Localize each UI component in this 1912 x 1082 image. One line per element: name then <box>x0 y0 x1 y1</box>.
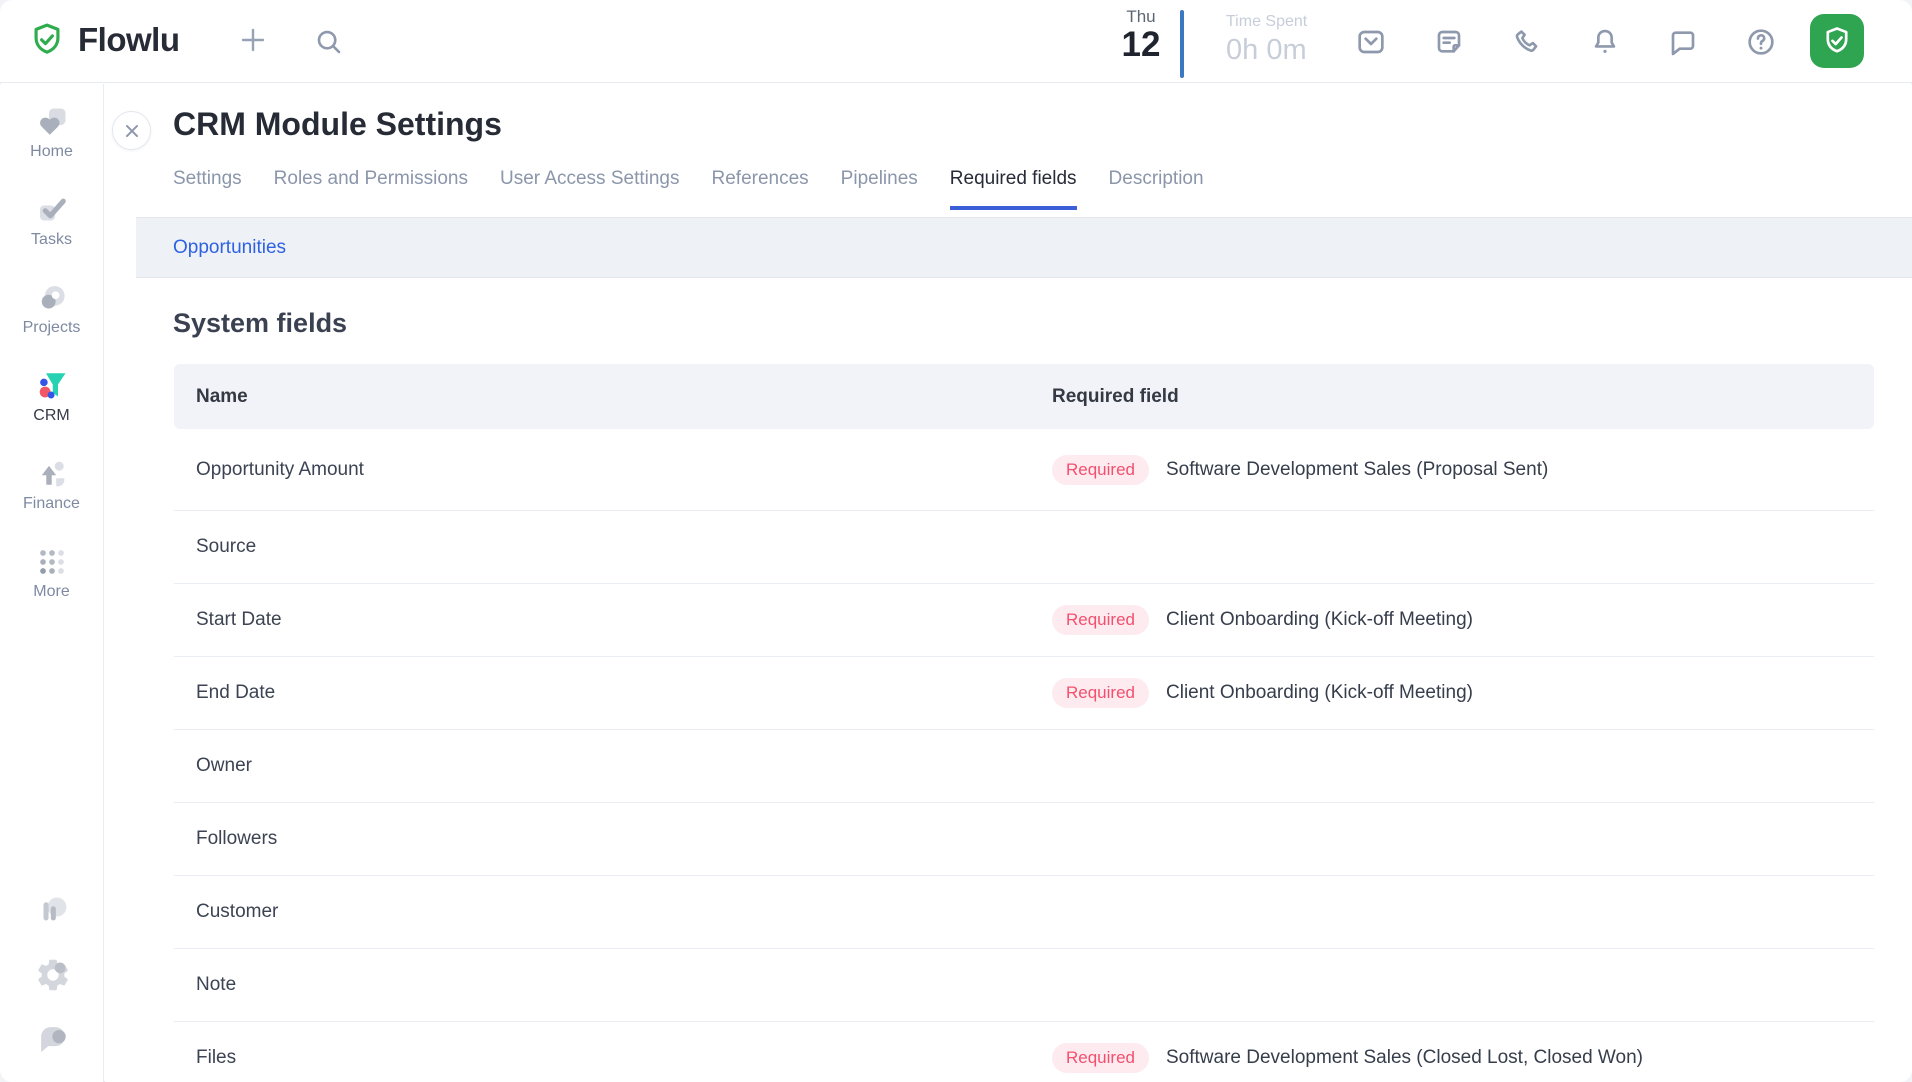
home-icon <box>34 104 70 140</box>
table-row[interactable]: Note <box>174 949 1874 1022</box>
table-row[interactable]: Opportunity Amount Required Software Dev… <box>174 429 1874 511</box>
page-title: CRM Module Settings <box>173 106 502 143</box>
sidebar-item-label: Home <box>30 143 73 161</box>
search-icon[interactable] <box>314 27 346 59</box>
time-spent-label: Time Spent <box>1226 13 1307 31</box>
tab-pipelines[interactable]: Pipelines <box>841 168 918 210</box>
row-pipelines: Software Development Sales (Closed Lost,… <box>1166 1047 1643 1069</box>
row-name: Customer <box>174 901 1030 923</box>
row-name: End Date <box>174 682 1030 704</box>
support-chat-icon[interactable] <box>34 1020 70 1056</box>
table-header: Name Required field <box>174 364 1874 429</box>
row-pipelines: Software Development Sales (Proposal Sen… <box>1166 459 1548 481</box>
table-row[interactable]: Files Required Software Development Sale… <box>174 1022 1874 1082</box>
brand-name: Flowlu <box>78 21 179 59</box>
tab-roles-and-permissions[interactable]: Roles and Permissions <box>274 168 468 210</box>
sidebar-item-label: CRM <box>33 407 69 425</box>
top-bar: Flowlu Thu 12 Time Spent 0h 0m <box>0 0 1912 83</box>
table-row[interactable]: Start Date Required Client Onboarding (K… <box>174 584 1874 657</box>
date-weekday: Thu <box>1106 7 1176 27</box>
row-name: Opportunity Amount <box>174 459 1030 481</box>
app-window: Flowlu Thu 12 Time Spent 0h 0m <box>0 0 1912 1082</box>
sidebar-item-projects[interactable]: Projects <box>0 280 103 346</box>
system-fields-table: Name Required field Opportunity Amount R… <box>174 364 1874 1082</box>
sidebar-item-home[interactable]: Home <box>0 104 103 170</box>
tab-required-fields[interactable]: Required fields <box>950 168 1077 210</box>
phone-icon[interactable] <box>1511 26 1543 58</box>
required-badge: Required <box>1052 1043 1149 1073</box>
sidebar-item-more[interactable]: More <box>0 544 103 610</box>
notifications-icon[interactable] <box>1589 26 1621 58</box>
required-badge: Required <box>1052 678 1149 708</box>
more-grid-icon <box>34 544 70 580</box>
tab-references[interactable]: References <box>712 168 809 210</box>
projects-icon <box>34 280 70 316</box>
column-header-name: Name <box>174 386 1030 408</box>
table-row[interactable]: Customer <box>174 876 1874 949</box>
table-row[interactable]: Owner <box>174 730 1874 803</box>
tab-bar: Settings Roles and Permissions User Access… <box>173 168 1204 210</box>
sidebar-item-crm[interactable]: CRM <box>0 368 103 434</box>
required-badge: Required <box>1052 605 1149 635</box>
crm-funnel-icon <box>34 368 70 404</box>
main-content: CRM Module Settings Settings Roles and Pe… <box>105 84 1912 1082</box>
flowlu-shield-logo-icon <box>28 21 66 59</box>
time-divider <box>1180 10 1184 78</box>
sidebar-item-label: More <box>33 583 69 601</box>
finance-icon <box>34 456 70 492</box>
sidebar-item-label: Projects <box>23 319 81 337</box>
settings-gear-icon[interactable] <box>34 956 70 992</box>
row-name: Note <box>174 974 1030 996</box>
row-name: Owner <box>174 755 1030 777</box>
row-pipelines: Client Onboarding (Kick-off Meeting) <box>1166 609 1473 631</box>
date-number: 12 <box>1106 27 1176 63</box>
sidebar-bottom-icons <box>34 892 70 1082</box>
row-pipelines: Client Onboarding (Kick-off Meeting) <box>1166 682 1473 704</box>
table-row[interactable]: End Date Required Client Onboarding (Kic… <box>174 657 1874 730</box>
workspace-shield-icon[interactable] <box>1810 14 1864 68</box>
breadcrumb: Opportunities <box>136 217 1912 278</box>
column-header-required-field: Required field <box>1030 386 1874 408</box>
table-body: Opportunity Amount Required Software Dev… <box>174 429 1874 1082</box>
required-badge: Required <box>1052 455 1149 485</box>
close-icon[interactable] <box>112 111 151 150</box>
row-name: Followers <box>174 828 1030 850</box>
time-spent-value: 0h 0m <box>1226 34 1307 67</box>
sidebar-item-tasks[interactable]: Tasks <box>0 192 103 258</box>
sidebar-item-finance[interactable]: Finance <box>0 456 103 522</box>
add-button[interactable] <box>238 25 270 57</box>
sidebar-nav: Home Tasks Projects <box>0 84 104 1082</box>
calendar-date[interactable]: Thu 12 <box>1106 7 1176 63</box>
mail-icon[interactable] <box>1355 26 1387 58</box>
flowlu-logo[interactable]: Flowlu <box>28 21 179 59</box>
row-name: Files <box>174 1047 1030 1069</box>
tab-user-access-settings[interactable]: User Access Settings <box>500 168 680 210</box>
section-title: System fields <box>173 308 347 339</box>
row-name: Start Date <box>174 609 1030 631</box>
apps-icon[interactable] <box>34 892 70 928</box>
breadcrumb-opportunities-link[interactable]: Opportunities <box>173 237 286 259</box>
tasks-icon <box>34 192 70 228</box>
tab-description[interactable]: Description <box>1109 168 1204 210</box>
sidebar-item-label: Finance <box>23 495 80 513</box>
time-spent-widget[interactable]: Time Spent 0h 0m <box>1226 13 1307 67</box>
sidebar-item-label: Tasks <box>31 231 72 249</box>
chat-icon[interactable] <box>1667 26 1699 58</box>
table-row[interactable]: Source <box>174 511 1874 584</box>
table-row[interactable]: Followers <box>174 803 1874 876</box>
tab-settings[interactable]: Settings <box>173 168 242 210</box>
row-name: Source <box>174 536 1030 558</box>
notes-icon[interactable] <box>1433 26 1465 58</box>
